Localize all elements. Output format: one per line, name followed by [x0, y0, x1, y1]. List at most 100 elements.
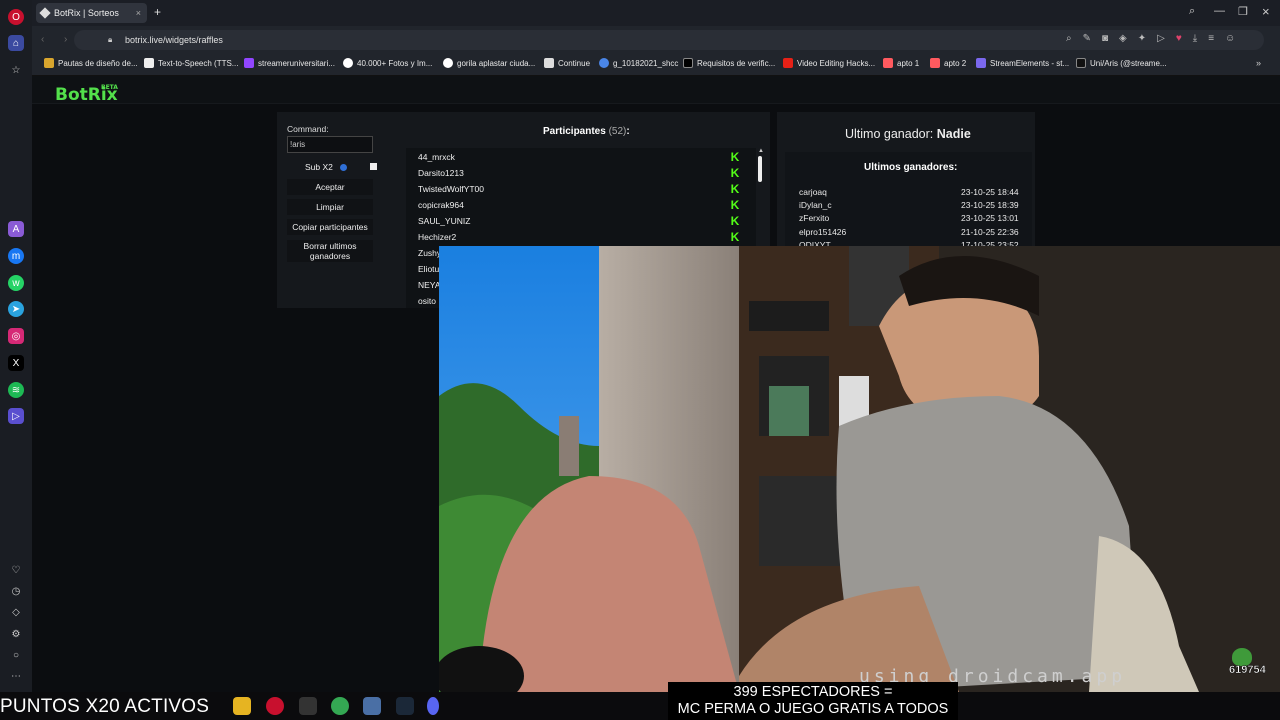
bookmark-item[interactable]: Text-to-Speech (TTS...: [144, 58, 238, 68]
more-icon[interactable]: ⋯: [8, 668, 24, 684]
search-page-icon[interactable]: ⌕: [1066, 33, 1072, 47]
file-explorer-icon[interactable]: [233, 697, 251, 715]
accept-button[interactable]: Aceptar: [287, 179, 373, 195]
address-toolbar-icons: ⌕ ✎ ◙ ◈ ✦ ▷ ♥ ⤓ ≡ ☺: [1066, 33, 1266, 47]
webcam-overlay: using droidcam.app 619754: [439, 246, 1280, 692]
winner-name: carjoaq: [799, 187, 827, 197]
opera-logo-icon[interactable]: O: [8, 9, 24, 25]
points-banner: PUNTOS X20 ACTIVOS: [0, 696, 210, 717]
winner-name: elpro151426: [799, 227, 847, 237]
heart-icon[interactable]: ♡: [8, 562, 24, 578]
home-icon[interactable]: ⌂: [8, 35, 24, 51]
bulb-icon[interactable]: ○: [8, 647, 24, 663]
download-icon[interactable]: ⤓: [1193, 33, 1197, 47]
command-label: Command:: [287, 124, 329, 134]
bookmark-item[interactable]: apto 1: [883, 58, 919, 68]
badge-count: 619754: [1229, 664, 1266, 676]
new-tab-plus-icon[interactable]: +: [154, 5, 166, 19]
minimize-icon[interactable]: —: [1214, 5, 1225, 17]
back-icon[interactable]: ‹: [41, 34, 44, 45]
winner-date: 23-10-25 13:01: [961, 213, 1019, 223]
search-icon[interactable]: ⌕: [1189, 5, 1195, 18]
webcam-scene: [439, 246, 1280, 692]
bookmark-item[interactable]: Video Editing Hacks...: [783, 58, 875, 68]
kick-icon: K: [729, 182, 741, 196]
browser-sidebar: O ⌂ ☆ A m w ➤ ◎ X ≋ ▷ ♡ ◷ ◇ ⚙ ○ ⋯: [0, 0, 32, 692]
winner-name: iDylan_c: [799, 200, 832, 210]
aria-icon[interactable]: A: [8, 221, 24, 237]
heart-icon[interactable]: ♥: [1176, 33, 1182, 47]
tab-botrix[interactable]: BotRix | Sorteos ×: [36, 3, 147, 23]
clear-button[interactable]: Limpiar: [287, 199, 373, 215]
opera-taskbar-icon[interactable]: [266, 697, 284, 715]
viewer-goal-caption: 399 ESPECTADORES = MC PERMA O JUEGO GRAT…: [668, 682, 958, 720]
player-icon[interactable]: ▷: [8, 408, 24, 424]
kick-icon: K: [729, 230, 741, 244]
app-taskbar-icon[interactable]: [363, 697, 381, 715]
maximize-icon[interactable]: ❐: [1238, 5, 1248, 18]
discord-taskbar-icon[interactable]: [427, 697, 439, 715]
list-item: 44_mrxck: [418, 152, 455, 162]
winner-name: zFerxito: [799, 213, 830, 223]
beta-badge: BETA: [101, 84, 118, 91]
whatsapp-icon[interactable]: w: [8, 275, 24, 291]
bookmark-item[interactable]: Continue: [544, 58, 590, 68]
bookmark-item[interactable]: Uni/Aris (@streame...: [1076, 58, 1167, 68]
botrix-favicon-icon: [39, 7, 51, 19]
forward-icon[interactable]: ›: [64, 34, 67, 45]
botrix-logo[interactable]: BotRix BETA: [55, 84, 118, 105]
bookmark-item[interactable]: gorila aplastar ciuda...: [443, 58, 535, 68]
menu-icon[interactable]: ≡: [1208, 33, 1214, 47]
x-icon[interactable]: X: [8, 355, 24, 371]
bookmark-item[interactable]: g_10182021_shcc: [599, 58, 678, 68]
kick-icon: K: [729, 198, 741, 212]
delete-winners-button[interactable]: Borrar ultimos ganadores: [287, 240, 373, 262]
tab-title: BotRix | Sorteos: [54, 8, 119, 18]
winner-date: 23-10-25 18:44: [961, 187, 1019, 197]
last-winner: Ultimo ganador: Nadie: [845, 127, 971, 141]
app-taskbar-icon[interactable]: [299, 697, 317, 715]
edit-icon[interactable]: ✎: [1083, 33, 1091, 47]
bookmark-item[interactable]: StreamElements - st...: [976, 58, 1069, 68]
bookmark-item[interactable]: Pautas de diseño de...: [44, 58, 138, 68]
bookmark-item[interactable]: streameruniversitari...: [244, 58, 335, 68]
info-icon[interactable]: [340, 164, 347, 171]
url-text[interactable]: botrix.live/widgets/raffles: [125, 35, 223, 45]
star-icon[interactable]: ☆: [8, 62, 24, 78]
list-item: Darsito1213: [418, 168, 464, 178]
camera-icon[interactable]: ◙: [1102, 33, 1108, 47]
kick-icon: K: [729, 150, 741, 164]
gear-icon[interactable]: ⚙: [8, 626, 24, 642]
messenger-icon[interactable]: m: [8, 248, 24, 264]
bookmark-item[interactable]: 40.000+ Fotos y Im...: [343, 58, 432, 68]
bookmarks-overflow-icon[interactable]: »: [1256, 58, 1261, 68]
spotify-icon[interactable]: ≋: [8, 382, 24, 398]
command-input[interactable]: !aris: [287, 136, 373, 153]
bookmark-item[interactable]: apto 2: [930, 58, 966, 68]
telegram-icon[interactable]: ➤: [8, 301, 24, 317]
list-item: Zushy: [418, 248, 442, 258]
bookmark-item[interactable]: Requisitos de verific...: [683, 58, 775, 68]
list-item: Eliotu: [418, 264, 440, 274]
lock-icon: 🔒︎: [108, 35, 113, 44]
app-header: [32, 76, 1280, 104]
profile-icon[interactable]: ☺: [1225, 33, 1235, 47]
history-icon[interactable]: ◷: [8, 583, 24, 599]
list-item: osito: [418, 296, 436, 306]
steam-taskbar-icon[interactable]: [396, 697, 414, 715]
instagram-icon[interactable]: ◎: [8, 328, 24, 344]
play-icon[interactable]: ▷: [1157, 33, 1165, 47]
sub-x2-checkbox[interactable]: [370, 163, 377, 170]
copy-participants-button[interactable]: Copiar participantes: [287, 219, 373, 235]
box-icon[interactable]: ◇: [8, 604, 24, 620]
recent-winners-title: Ultimos ganadores:: [864, 162, 958, 173]
extensions-icon[interactable]: ✦: [1138, 33, 1146, 47]
sub-x2-label: Sub X2: [305, 162, 333, 172]
shield-icon[interactable]: ◈: [1119, 33, 1127, 47]
tab-bar: [32, 0, 1280, 26]
participants-heading: Participantes (52):: [543, 126, 630, 137]
close-icon[interactable]: ×: [136, 8, 141, 18]
chrome-taskbar-icon[interactable]: [331, 697, 349, 715]
window-close-icon[interactable]: ×: [1262, 4, 1270, 19]
list-item: Hechizer2: [418, 232, 457, 242]
